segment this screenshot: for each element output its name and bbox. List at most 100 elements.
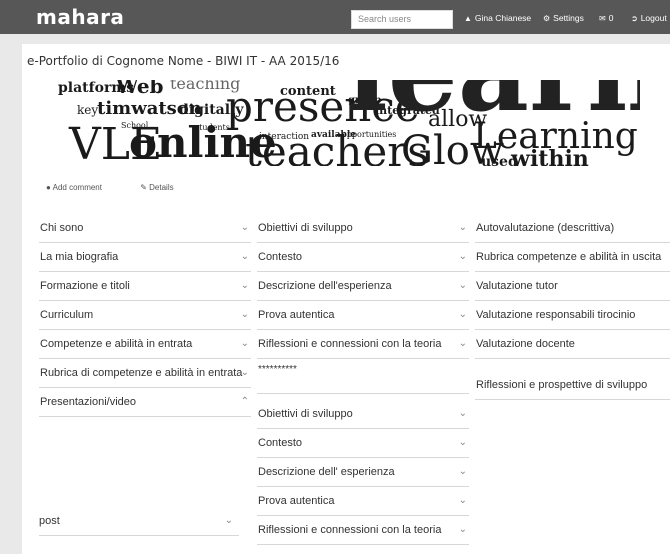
user-menu[interactable]: ▲ Gina Chianese (464, 13, 531, 23)
banner-word: Web (115, 80, 164, 98)
section-label: Autovalutazione (descrittiva) (476, 222, 615, 234)
section-item[interactable]: Descrizione dell'esperienza ⌄ (257, 272, 469, 301)
chevron-down-icon: ⌄ (458, 466, 467, 477)
envelope-icon: ✉ (599, 14, 606, 23)
section-label: La mia biografia (40, 251, 119, 263)
section-label: Valutazione docente (476, 338, 575, 350)
section-item[interactable]: Contesto ⌄ (257, 243, 469, 272)
chevron-down-icon: ⌄ (240, 251, 249, 262)
section-item[interactable]: Rubrica competenze e abilità in uscita⌄ (475, 243, 670, 272)
section-label: Contesto (258, 251, 303, 263)
section-item[interactable]: Presentazioni/video ⌃ (39, 388, 251, 417)
right-column: Autovalutazione (descrittiva)⌄Rubrica co… (475, 214, 670, 400)
banner-word: key (77, 103, 98, 117)
details-link[interactable]: ✎ Details (140, 183, 191, 192)
inbox-link[interactable]: ✉ 0 (599, 13, 613, 23)
logout-label: Logout (640, 13, 667, 23)
chevron-down-icon: ⌄ (458, 309, 467, 320)
chevron-down-icon: ⌄ (458, 524, 467, 535)
add-comment-link[interactable]: ● Add comment (46, 183, 120, 192)
add-comment-label: Add comment (52, 183, 102, 192)
chevron-down-icon: ⌄ (240, 338, 249, 349)
middle-column: Obiettivi di sviluppo ⌄ Contesto ⌄ Descrizio… (257, 214, 469, 545)
section-item[interactable]: Contesto ⌄ (257, 429, 469, 458)
section-label: Valutazione responsabili tirocinio (476, 309, 636, 321)
banner-large-text: learning (346, 80, 640, 136)
section-label: Descrizione dell'esperienza (258, 280, 392, 292)
section-label: Curriculum (40, 309, 94, 321)
page-title: e-Portfolio di Cognome Nome - BIWI IT - … (27, 54, 340, 68)
section-label: Valutazione tutor (476, 280, 558, 292)
left-column: Chi sono ⌄ La mia biografia ⌄ Formazione e t… (39, 214, 251, 417)
user-name: Gina Chianese (474, 13, 532, 23)
user-icon: ▲ (464, 14, 472, 23)
banner-word: School (121, 121, 149, 130)
section-label: Riflessioni e prospettive di sviluppo (476, 379, 648, 391)
section-item[interactable]: Prova autentica ⌄ (257, 301, 469, 330)
section-item[interactable]: Curriculum ⌄ (39, 301, 251, 330)
section-item[interactable]: Riflessioni e connessioni con la teoria ⌄ (257, 516, 469, 545)
chevron-down-icon: ⌄ (458, 222, 467, 233)
section-label: Formazione e titoli (40, 280, 130, 292)
section-item[interactable]: Riflessioni e connessioni con la teoria ⌄ (257, 330, 469, 359)
banner-word: interaction (259, 132, 309, 142)
chevron-down-icon: ⌄ (240, 367, 249, 378)
mahara-logo[interactable]: mahara (36, 5, 124, 29)
section-item[interactable]: La mia biografia ⌄ (39, 243, 251, 272)
settings-menu[interactable]: ⚙ Settings (543, 13, 584, 23)
post-block[interactable]: post ⌄ (39, 507, 239, 536)
search-users-input[interactable]: Search users (351, 10, 453, 29)
section-label: Descrizione dell' esperienza (258, 466, 395, 478)
section-item[interactable]: Rubrica di competenze e abilità in entra… (39, 359, 251, 388)
chevron-down-icon: ⌄ (240, 222, 249, 233)
section-item[interactable]: Valutazione tutor⌄ (475, 272, 670, 301)
logout-link[interactable]: ➲ Logout (631, 13, 667, 23)
section-label: Riflessioni e connessioni con la teoria (258, 338, 442, 350)
section-item[interactable]: Prova autentica ⌄ (257, 487, 469, 516)
section-label: Obiettivi di sviluppo (258, 408, 353, 420)
section-item[interactable]: ********** (257, 359, 469, 394)
chevron-down-icon: ⌄ (224, 515, 233, 526)
section-label: Prova autentica (258, 309, 335, 321)
section-item[interactable]: Valutazione responsabili tirocinio⌄ (475, 301, 670, 330)
section-item[interactable]: Obiettivi di sviluppo ⌄ (257, 214, 469, 243)
section-label: Contesto (258, 437, 303, 449)
gear-icon: ⚙ (543, 14, 551, 23)
post-label: post (39, 515, 60, 527)
chevron-down-icon: ⌄ (458, 280, 467, 291)
section-item[interactable]: Formazione e titoli ⌄ (39, 272, 251, 301)
chevron-down-icon: ⌄ (458, 408, 467, 419)
section-label: Obiettivi di sviluppo (258, 222, 353, 234)
banner-word: within (510, 146, 589, 166)
section-label: Prova autentica (258, 495, 335, 507)
section-item[interactable]: Autovalutazione (descrittiva)⌄ (475, 214, 670, 243)
section-item[interactable]: Descrizione dell' esperienza ⌄ (257, 458, 469, 487)
section-label: Riflessioni e connessioni con la teoria (258, 524, 442, 536)
section-item[interactable]: Obiettivi di sviluppo ⌄ (257, 400, 469, 429)
chevron-down-icon: ⌄ (458, 338, 467, 349)
settings-label: Settings (553, 13, 584, 23)
word-cloud-image: platforms Web teaching content key timwa… (58, 80, 640, 166)
section-item[interactable]: Valutazione docente (475, 330, 670, 359)
logout-icon: ➲ (631, 14, 638, 23)
section-label: Competenze e abilità in entrata (40, 338, 193, 350)
section-item[interactable]: Riflessioni e prospettive di sviluppo⌄ (475, 371, 670, 400)
chevron-down-icon: ⌄ (458, 437, 467, 448)
chevron-down-icon: ⌄ (240, 280, 249, 291)
page-actions: ● Add comment ✎ Details (46, 183, 210, 192)
section-label: Presentazioni/video (40, 396, 137, 408)
section-item[interactable]: Chi sono ⌄ (39, 214, 251, 243)
section-item[interactable]: Competenze e abilità in entrata ⌄ (39, 330, 251, 359)
section-label: Rubrica competenze e abilità in uscita (476, 251, 662, 263)
section-label: Chi sono (40, 222, 84, 234)
banner-word: students (195, 123, 230, 132)
section-label: Rubrica di competenze e abilità in entra… (40, 367, 243, 379)
chevron-down-icon: ⌄ (458, 495, 467, 506)
chevron-up-icon: ⌃ (240, 396, 249, 407)
inbox-count: 0 (608, 13, 614, 23)
chevron-down-icon: ⌄ (458, 251, 467, 262)
word-cloud-banner: platforms Web teaching content key timwa… (33, 80, 640, 166)
chevron-down-icon: ⌄ (240, 309, 249, 320)
details-label: Details (149, 183, 174, 192)
